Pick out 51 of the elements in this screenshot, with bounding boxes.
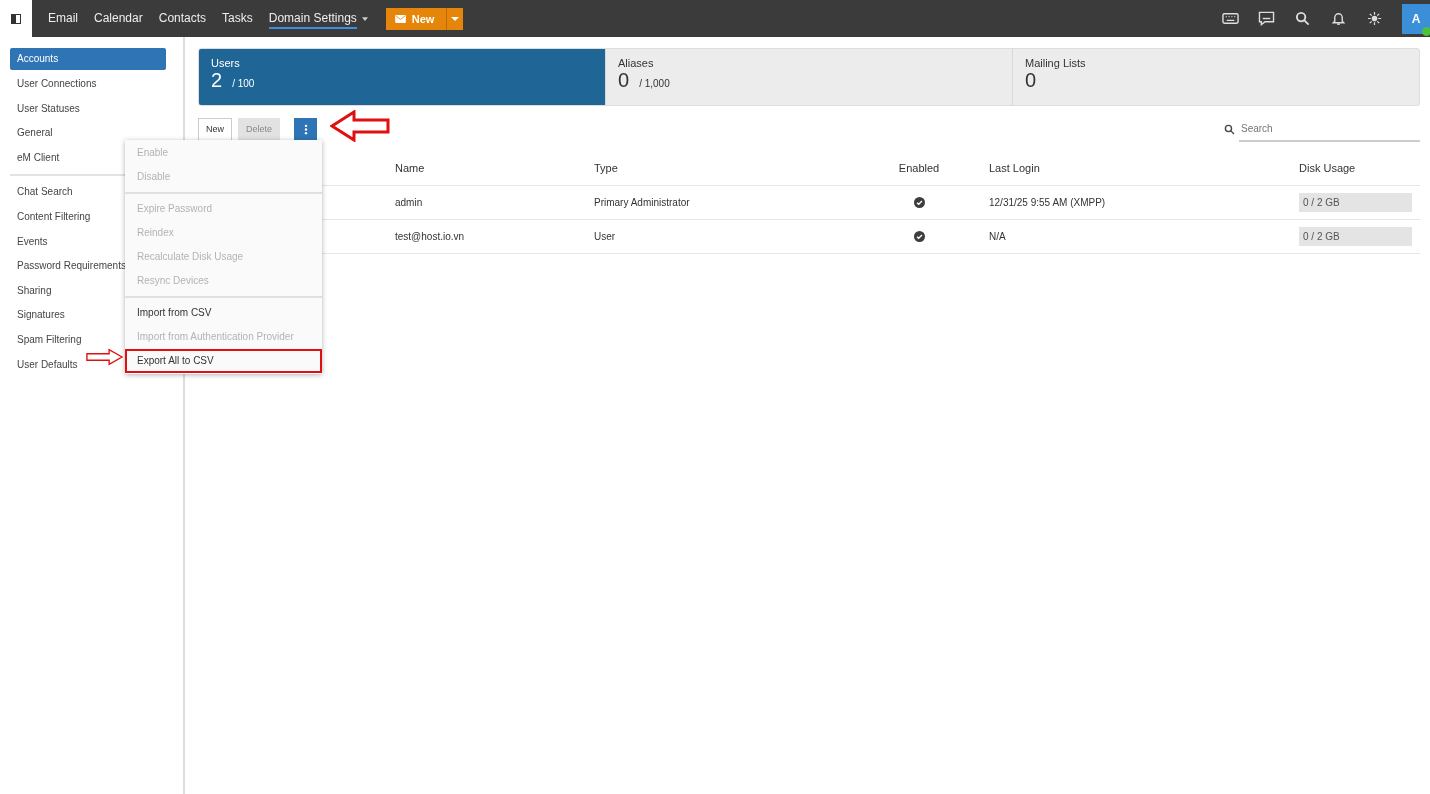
search-icon [1224, 123, 1235, 135]
stat-count: 2 [211, 69, 223, 92]
more-button[interactable] [294, 117, 318, 141]
nav-tab[interactable]: Domain Settings [268, 8, 357, 29]
stat-label: Aliases [618, 57, 655, 69]
nav-tab[interactable]: Calendar [94, 8, 143, 29]
dropdown-button[interactable] [446, 7, 464, 30]
column-header[interactable]: Enabled [879, 162, 959, 174]
stat-tab[interactable]: Mailing Lists 0 [1013, 49, 1419, 105]
nav-tab[interactable]: Email [48, 8, 78, 29]
keyboard-icon[interactable] [1222, 11, 1239, 26]
arrow-annotation-icon [86, 345, 123, 369]
disk-usage-bar: 0 / 2 GB [1299, 227, 1412, 246]
stat-limit: / 1,000 [639, 78, 670, 89]
column-header[interactable]: Name [395, 162, 594, 174]
stat-count: 0 [618, 69, 630, 92]
sidebar-item[interactable]: Accounts [10, 48, 166, 70]
caret-icon [361, 16, 368, 21]
menu-item[interactable]: Export All to CSV [125, 349, 322, 373]
more-icon [303, 123, 308, 135]
search-icon[interactable] [1294, 11, 1311, 26]
search-field[interactable]: Search [1239, 116, 1420, 142]
sidebar-toggle-icon[interactable] [0, 0, 32, 37]
table-cell-text: Primary Administrator [594, 197, 691, 208]
status-dot-icon [1422, 26, 1430, 36]
stat-tab[interactable]: Users 2 / 100 [199, 49, 606, 105]
stat-label: Mailing Lists [1025, 57, 1087, 69]
table-cell-text: test@host.io.vn [395, 231, 466, 242]
bell-icon[interactable] [1330, 11, 1347, 26]
arrow-annotation-icon [330, 110, 390, 142]
envelope-icon [394, 14, 406, 23]
table-cell-text: admin [395, 197, 424, 208]
nav-tab[interactable]: Contacts [158, 8, 207, 29]
sidebar-item[interactable]: User Connections [10, 72, 166, 97]
stat-limit: / 100 [232, 78, 255, 89]
column-header[interactable]: Last Login [959, 162, 1299, 174]
menu-item[interactable]: Import from CSV [125, 301, 322, 325]
nav-tab[interactable]: Tasks [222, 8, 253, 29]
table-cell-text: 12/31/25 9:55 AM (XMPP) [988, 197, 1107, 208]
stat-count: 0 [1025, 69, 1037, 92]
column-header[interactable]: Disk Usage [1299, 162, 1419, 174]
sun-icon[interactable] [1366, 11, 1383, 26]
sidebar-item[interactable]: User Statuses [10, 96, 166, 122]
chat-icon[interactable] [1258, 11, 1275, 26]
toolbar-button[interactable]: New [198, 117, 232, 141]
stat-label: Users [211, 57, 241, 69]
table-cell-text: User [594, 231, 617, 242]
column-header[interactable]: Type [594, 162, 879, 174]
stat-tab[interactable]: Aliases 0 / 1,000 [606, 49, 1013, 105]
table-cell-text: N/A [988, 231, 1007, 242]
disk-usage-bar: 0 / 2 GB [1299, 193, 1412, 212]
